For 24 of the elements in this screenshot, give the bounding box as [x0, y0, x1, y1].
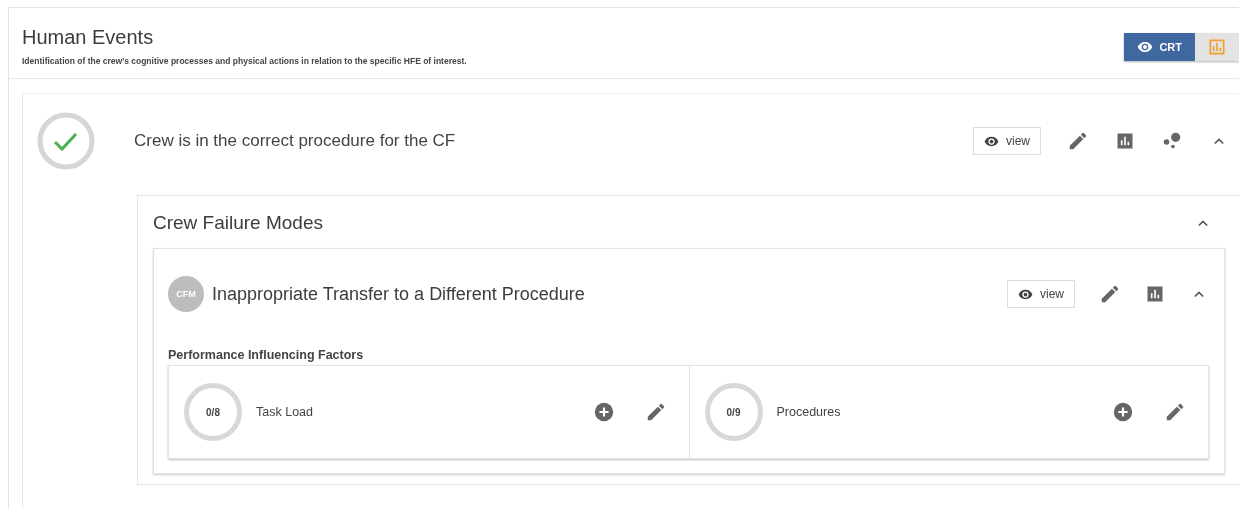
factor-name: Task Load	[256, 405, 314, 419]
chart-toggle-button[interactable]	[1195, 33, 1239, 61]
bar-chart-icon[interactable]	[1115, 131, 1135, 151]
edit-icon[interactable]	[1099, 283, 1121, 305]
edit-icon[interactable]	[1067, 130, 1089, 152]
add-icon[interactable]	[592, 401, 615, 423]
section-title: Crew Failure Modes	[153, 212, 323, 234]
section-heading: Performance Influencing Factors	[168, 348, 365, 362]
human-event-title: Crew is in the correct procedure for the CF	[134, 131, 457, 151]
crt-toggle-button[interactable]: CRT	[1124, 33, 1195, 61]
page-description: Identification of the crew’s cognitive processes and physical actions in relation to the specific HFE of interest.	[22, 56, 467, 66]
page-title: Human Events	[22, 26, 155, 49]
edit-icon[interactable]	[1164, 401, 1186, 423]
factor-name: Procedures	[776, 405, 842, 419]
add-icon[interactable]	[1112, 401, 1134, 423]
eye-icon	[1137, 39, 1154, 55]
view-button[interactable]: view	[1007, 280, 1075, 308]
bar-chart-icon[interactable]	[1145, 284, 1165, 304]
view-button[interactable]: view	[973, 127, 1041, 155]
failure-mode-title: Inappropriate Transfer to a Different Procedure	[212, 283, 586, 305]
bar-chart-icon	[1207, 37, 1227, 57]
factor-count: 0/9	[704, 383, 763, 441]
factor-count: 0/8	[184, 383, 242, 441]
cfm-badge: CFM	[168, 276, 204, 312]
